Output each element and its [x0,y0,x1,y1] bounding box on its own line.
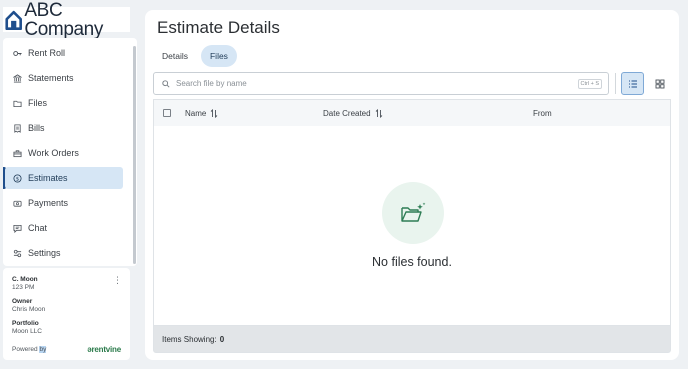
bank-icon [13,73,22,83]
settings-icon [13,249,22,257]
tab-bar: Details Files [153,45,237,67]
grid-view-button[interactable] [648,72,671,95]
sidebar-item-settings[interactable]: Settings [5,242,123,264]
dollar-icon: $ [13,173,22,183]
owner-value: Chris Moon [12,306,46,313]
open-folder-sparkle-icon [401,202,426,222]
list-view-button[interactable] [621,72,644,95]
key-icon [13,50,22,56]
items-showing-label: Items Showing: [162,334,217,344]
sort-icon [375,108,382,118]
house-logo-icon [5,10,22,30]
tab-files[interactable]: Files [200,45,237,67]
page-title: Estimate Details [157,18,280,37]
column-header-from: From [533,109,552,118]
sort-icon [211,108,218,118]
svg-text:$: $ [16,176,19,182]
sidebar-item-label: Work Orders [28,148,79,158]
sidebar-item-work-orders[interactable]: Work Orders [5,142,123,164]
column-header-date-created[interactable]: Date Created [323,108,383,118]
grid-view-icon [655,79,664,88]
powered-prefix: Powered [12,346,40,353]
toolbox-icon [13,149,22,157]
table-header: Name Date Created From [153,99,671,126]
sidebar-item-label: Statements [28,73,74,83]
powered-highlight: by [39,346,47,353]
receipt-icon [14,123,21,133]
sidebar-item-label: Estimates [28,173,68,183]
profile-unit: 123 PM [12,284,35,291]
list-view-icon [628,80,637,87]
sidebar-item-chat[interactable]: Chat [5,217,123,239]
sidebar-item-payments[interactable]: Payments [5,192,123,214]
empty-state-message: No files found. [372,255,452,269]
powered-by: Powered by [12,346,47,353]
sidebar-item-bills[interactable]: Bills [5,117,123,139]
sidebar-item-label: Files [28,98,48,108]
sidebar-scrollbar[interactable] [133,46,136,264]
sidebar-item-files[interactable]: Files [5,92,123,114]
search-bar: Ctrl + S [153,72,609,95]
chat-icon [13,224,22,233]
sidebar-item-statements[interactable]: Statements [5,67,123,89]
sidebar-nav: Rent Roll Statements Files Bills Work Or… [3,38,137,266]
sidebar-item-label: Chat [28,223,48,233]
column-header-name[interactable]: Name [185,108,218,118]
portfolio-value: Moon LLC [12,328,42,335]
items-showing-count: 0 [219,334,225,344]
owner-label: Owner [12,298,33,305]
more-options-icon[interactable]: ⋮ [113,275,122,286]
folder-icon [13,100,22,107]
payment-icon [13,200,22,207]
portfolio-label: Portfolio [12,320,39,327]
select-all-checkbox[interactable] [163,109,171,117]
sidebar-item-label: Rent Roll [28,48,66,58]
keyboard-shortcut-badge: Ctrl + S [577,78,602,89]
company-name: ABC Company [24,0,103,40]
rentvine-logo[interactable]: ərentvine [87,345,121,354]
estimate-details-panel: Estimate Details Details Files Ctrl + S … [145,10,679,360]
table-body: No files found. [153,126,671,325]
sidebar-item-label: Payments [28,198,69,208]
search-icon [162,79,170,88]
profile-name: C. Moon [12,276,38,283]
tab-details[interactable]: Details [153,45,197,67]
company-logo[interactable]: ABC Company [3,1,130,39]
empty-state-illustration [382,182,444,244]
sidebar-item-label: Bills [28,123,45,133]
column-label: From [533,108,552,118]
profile-card: ⋮ C. Moon 123 PM Owner Chris Moon Portfo… [3,268,130,360]
toolbar-divider [615,73,616,94]
column-label: Date Created [323,108,371,118]
sidebar-item-estimates[interactable]: $ Estimates [5,167,123,189]
search-input[interactable] [176,79,572,88]
column-label: Name [185,108,207,118]
sidebar-item-rent-roll[interactable]: Rent Roll [5,42,123,64]
table-footer: Items Showing: 0 [153,325,671,353]
sidebar-item-label: Settings [28,248,61,258]
